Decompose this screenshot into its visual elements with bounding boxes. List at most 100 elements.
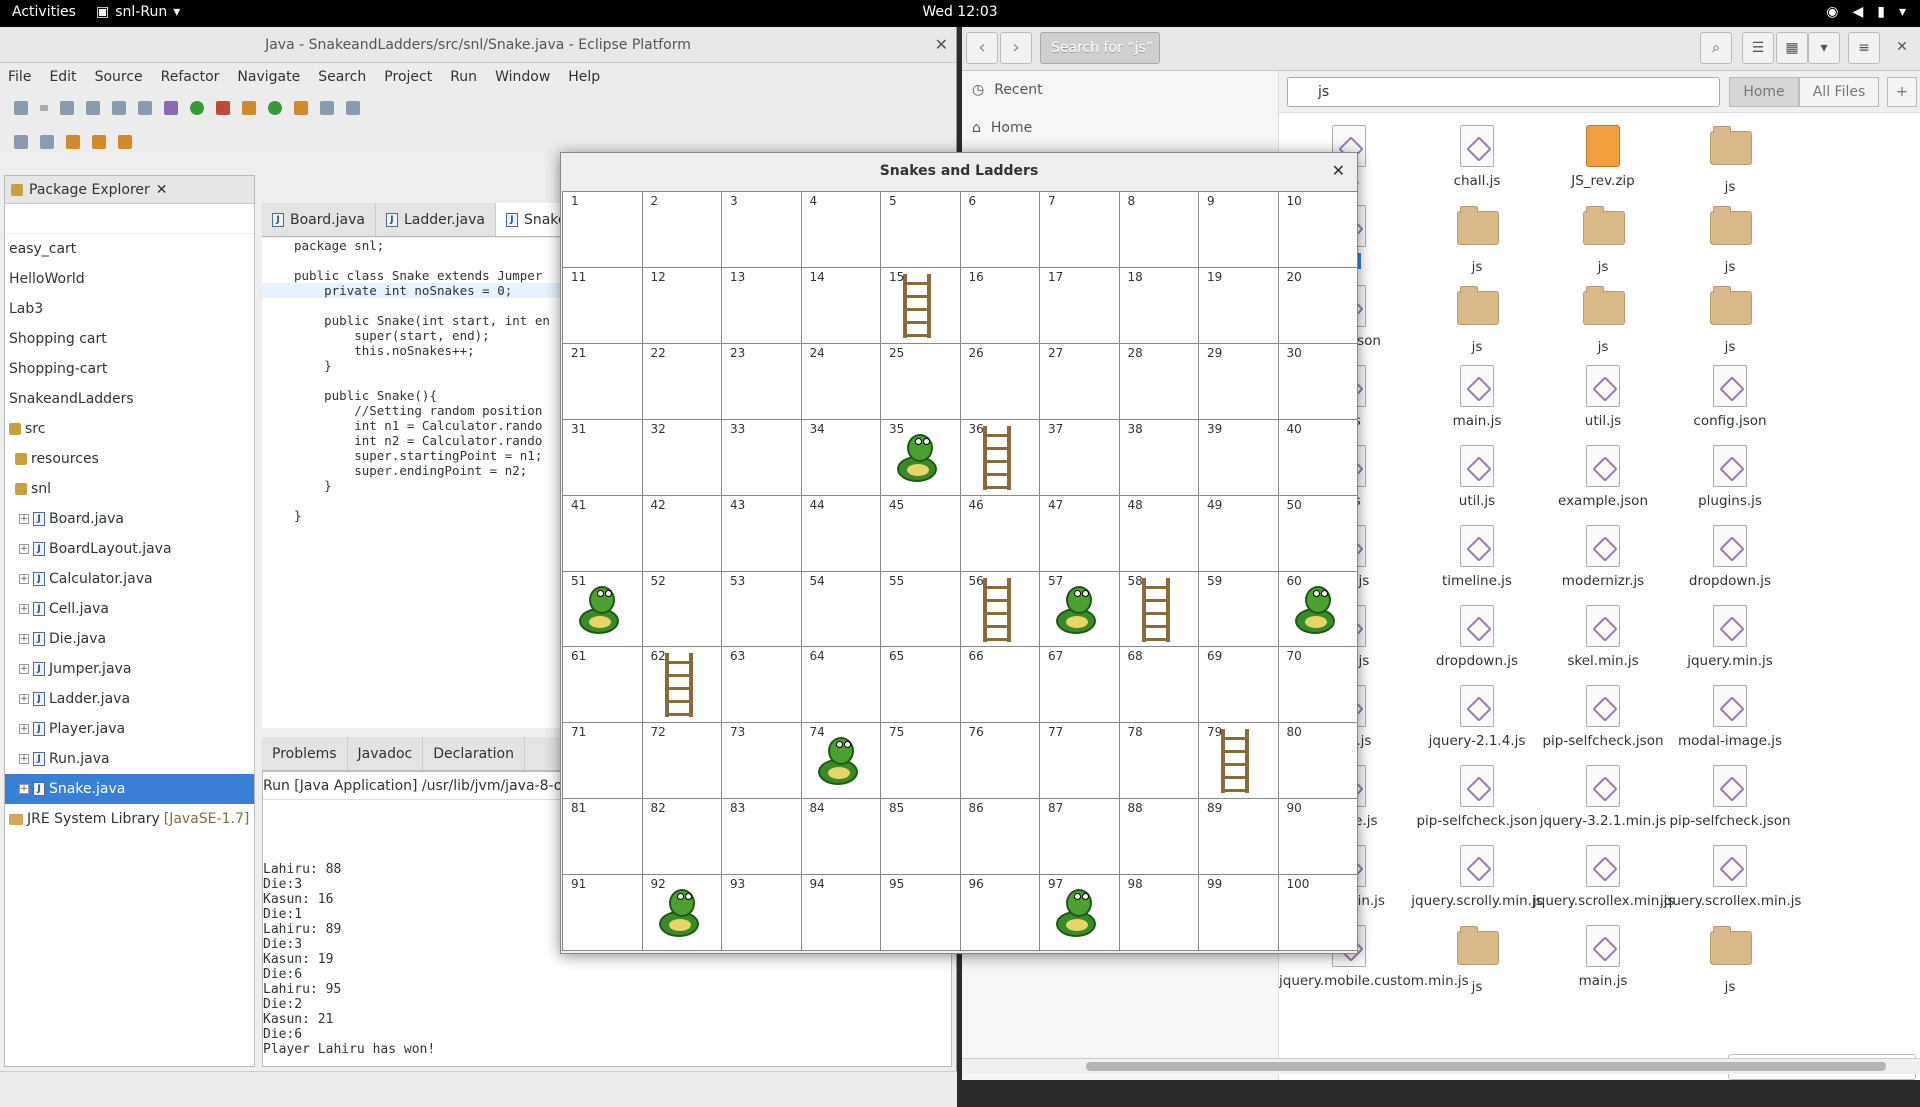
file-item[interactable]: chall.js <box>1407 125 1547 189</box>
file-item[interactable]: js <box>1660 285 1800 355</box>
tree-item[interactable]: + J Jumper.java <box>5 654 254 684</box>
menu-item-search[interactable]: Search <box>318 69 366 85</box>
close-icon[interactable]: ✕ <box>1332 153 1345 189</box>
sidebar-item-recent[interactable]: ◷ Recent <box>962 71 1278 109</box>
file-item[interactable]: js <box>1533 205 1673 275</box>
new-icon[interactable] <box>14 101 28 115</box>
tree-item[interactable]: snl <box>5 474 254 504</box>
menu-item-help[interactable]: Help <box>568 69 600 85</box>
tree-item[interactable]: SnakeandLadders <box>5 384 254 414</box>
back-button[interactable]: ‹ <box>966 32 998 64</box>
close-icon[interactable]: ✕ <box>156 182 168 198</box>
list-view-icon[interactable]: ☰ <box>1742 32 1774 64</box>
tree-item[interactable]: + J Ladder.java <box>5 684 254 714</box>
menu-item-file[interactable]: File <box>8 69 31 85</box>
search-label[interactable]: Search for “js” <box>1040 32 1160 64</box>
file-item[interactable]: js <box>1533 285 1673 355</box>
file-item[interactable]: modernizr.js <box>1533 525 1673 589</box>
search-icon[interactable] <box>320 101 334 115</box>
tab-declaration[interactable]: Declaration <box>423 737 525 770</box>
editor-tab[interactable]: J Ladder.java <box>376 203 496 236</box>
tree-item[interactable]: Shopping-cart <box>5 354 254 384</box>
tree-item[interactable]: + J BoardLayout.java <box>5 534 254 564</box>
sidebar-item-home[interactable]: ⌂ Home <box>962 109 1278 147</box>
next-annotation-icon[interactable] <box>14 135 28 149</box>
chevron-down-icon[interactable] <box>40 105 48 111</box>
save-icon[interactable] <box>86 101 100 115</box>
file-item[interactable]: jquery.min.js <box>1660 605 1800 669</box>
close-icon[interactable]: ✕ <box>1886 32 1918 64</box>
scope-home[interactable]: Home <box>1729 77 1799 107</box>
expand-icon[interactable]: + <box>19 574 29 584</box>
file-item[interactable]: example.json <box>1533 445 1673 509</box>
back-icon[interactable] <box>92 135 106 149</box>
file-item[interactable]: pip-selfcheck.json <box>1533 685 1673 749</box>
file-item[interactable]: js <box>1660 925 1800 995</box>
file-item[interactable]: js <box>1660 205 1800 275</box>
file-item[interactable]: pip-selfcheck.json <box>1660 765 1800 829</box>
horizontal-scrollbar[interactable] <box>962 1058 1920 1074</box>
file-item[interactable]: js <box>1660 125 1800 195</box>
editor-tab[interactable]: J Board.java <box>262 203 376 236</box>
save-all-icon[interactable] <box>112 101 126 115</box>
grid-view-icon[interactable]: ▦ <box>1776 32 1808 64</box>
forward-icon[interactable] <box>118 135 132 149</box>
menu-item-refactor[interactable]: Refactor <box>161 69 220 85</box>
file-item[interactable]: jquery.scrollex.min.js <box>1533 845 1674 909</box>
search-icon[interactable]: ⌕ <box>1700 32 1732 64</box>
tree-item[interactable]: Shopping cart <box>5 324 254 354</box>
print-icon[interactable] <box>138 101 152 115</box>
file-item[interactable]: pip-selfcheck.json <box>1407 765 1547 829</box>
tree-item[interactable]: src <box>5 414 254 444</box>
tree-item[interactable]: + J Board.java <box>5 504 254 534</box>
file-item[interactable]: js <box>1407 925 1547 995</box>
package-explorer-header[interactable]: Package Explorer ✕ <box>5 176 254 204</box>
coverage-icon[interactable] <box>216 101 230 115</box>
expand-icon[interactable]: + <box>19 634 29 644</box>
tree-item[interactable]: + J Calculator.java <box>5 564 254 594</box>
open-type-icon[interactable] <box>294 101 308 115</box>
menu-item-run[interactable]: Run <box>450 69 477 85</box>
tree-item[interactable]: + J Cell.java <box>5 594 254 624</box>
new-package-icon[interactable] <box>242 101 256 115</box>
tree-item[interactable]: easy_cart <box>5 234 254 264</box>
tree-item[interactable]: + J Snake.java <box>5 774 254 804</box>
menu-item-edit[interactable]: Edit <box>49 69 76 85</box>
activities-button[interactable]: Activities <box>12 4 76 20</box>
file-item[interactable]: util.js <box>1533 365 1673 429</box>
app-menu[interactable]: ▣ snl-Run ▾ <box>96 4 180 20</box>
open-icon[interactable] <box>60 101 74 115</box>
tree-item[interactable]: JRE System Library [JavaSE-1.7] <box>5 804 254 834</box>
tree-item[interactable]: + J Run.java <box>5 744 254 774</box>
tree-item[interactable]: resources <box>5 444 254 474</box>
file-item[interactable]: main.js <box>1407 365 1547 429</box>
tab-javadoc[interactable]: Javadoc <box>348 737 424 770</box>
file-item[interactable]: util.js <box>1407 445 1547 509</box>
add-icon[interactable]: + <box>1887 77 1917 107</box>
file-item[interactable]: jquery.scrolly.min.js <box>1407 845 1547 909</box>
scrollbar-thumb[interactable] <box>1086 1062 1886 1071</box>
menu-icon[interactable]: ≡ <box>1848 32 1880 64</box>
debug-icon[interactable] <box>164 101 178 115</box>
tree-item[interactable]: + J Player.java <box>5 714 254 744</box>
menu-item-project[interactable]: Project <box>384 69 432 85</box>
prev-annotation-icon[interactable] <box>40 135 54 149</box>
expand-icon[interactable]: + <box>19 784 29 794</box>
close-icon[interactable]: ✕ <box>935 27 948 63</box>
expand-icon[interactable]: + <box>19 514 29 524</box>
file-item[interactable]: js <box>1407 205 1547 275</box>
clock[interactable]: Wed 12:03 <box>0 4 1920 20</box>
scope-all-files[interactable]: All Files <box>1799 77 1879 107</box>
search-input[interactable]: js <box>1287 77 1720 107</box>
tree-item[interactable]: + J Die.java <box>5 624 254 654</box>
chevron-down-icon[interactable]: ▾ <box>1808 32 1840 64</box>
menu-item-navigate[interactable]: Navigate <box>237 69 300 85</box>
file-item[interactable]: jquery-2.1.4.js <box>1407 685 1547 749</box>
file-item[interactable]: timeline.js <box>1407 525 1547 589</box>
file-item[interactable]: plugins.js <box>1660 445 1800 509</box>
expand-icon[interactable]: + <box>19 664 29 674</box>
file-item[interactable]: dropdown.js <box>1407 605 1547 669</box>
file-item[interactable]: JS_rev.zip <box>1533 125 1673 189</box>
file-item[interactable]: jquery-3.2.1.min.js <box>1533 765 1673 829</box>
expand-icon[interactable]: + <box>19 694 29 704</box>
